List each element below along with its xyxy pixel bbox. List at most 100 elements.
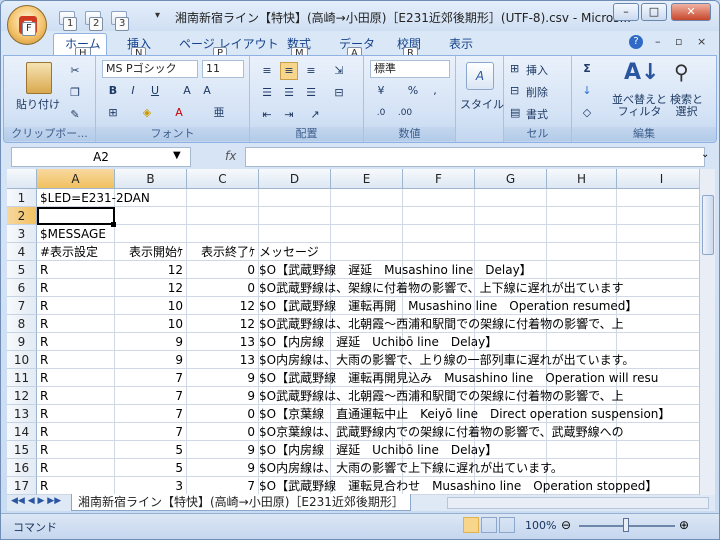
cell-b10[interactable]: 9: [115, 351, 183, 369]
comma-icon[interactable]: ,: [426, 82, 444, 100]
cell-b11[interactable]: 7: [115, 369, 183, 387]
cell-c3[interactable]: [187, 225, 255, 243]
sheet-nav-icon[interactable]: ◀◀ ◀ ▶ ▶▶: [11, 496, 61, 506]
tab-view[interactable]: 表示: [449, 35, 473, 52]
doc-minimize-icon[interactable]: –: [655, 35, 661, 48]
column-header-c[interactable]: C: [187, 169, 259, 189]
cell-c14[interactable]: 0: [187, 423, 255, 441]
cell-a5[interactable]: R: [40, 261, 48, 279]
cell-d13[interactable]: $O【京葉線 直通運転中止 Keiyō line Direct operatio…: [259, 405, 670, 423]
close-button[interactable]: ✕: [671, 3, 711, 21]
select-all-corner[interactable]: [7, 169, 37, 189]
cell-c12[interactable]: 9: [187, 387, 255, 405]
row-header-16[interactable]: 16: [7, 459, 37, 477]
cell-b2[interactable]: [115, 207, 183, 225]
sort-filter-icon[interactable]: A↓: [624, 60, 659, 85]
normal-view-icon[interactable]: [463, 517, 479, 533]
merge-icon[interactable]: ⊟: [330, 84, 348, 102]
worksheet-grid[interactable]: A B C D E F G H I 1 $LED=E231-2DAN 2 3 $MESSAGE 4 #表示設定…: [7, 169, 707, 495]
row-header-13[interactable]: 13: [7, 405, 37, 423]
row-header-5[interactable]: 5: [7, 261, 37, 279]
cell-a14[interactable]: R: [40, 423, 48, 441]
cell-a7[interactable]: R: [40, 297, 48, 315]
horizontal-scrollbar[interactable]: [447, 497, 709, 509]
delete-cells-button[interactable]: 削除: [526, 84, 548, 100]
row-header-9[interactable]: 9: [7, 333, 37, 351]
format-cells-icon[interactable]: ▤: [510, 106, 520, 119]
cell-c5[interactable]: 0: [187, 261, 255, 279]
tab-page-layout[interactable]: ページ レイアウト: [179, 35, 279, 52]
column-header-h[interactable]: H: [547, 169, 617, 189]
grow-font-icon[interactable]: A: [178, 82, 196, 100]
fill-handle[interactable]: [111, 222, 116, 227]
format-cells-button[interactable]: 書式: [526, 106, 548, 122]
row-header-2[interactable]: 2: [7, 207, 37, 225]
doc-restore-icon[interactable]: ▫: [675, 35, 682, 48]
cell-b8[interactable]: 10: [115, 315, 183, 333]
cell-a8[interactable]: R: [40, 315, 48, 333]
paste-button[interactable]: 貼り付け: [16, 96, 60, 112]
formula-input[interactable]: [245, 147, 705, 167]
cell-c7[interactable]: 12: [187, 297, 255, 315]
cut-icon[interactable]: ✂: [66, 62, 84, 80]
cell-a6[interactable]: R: [40, 279, 48, 297]
underline-icon[interactable]: U: [146, 82, 164, 100]
border-icon[interactable]: ⊞: [104, 104, 122, 122]
cell-c16[interactable]: 9: [187, 459, 255, 477]
align-middle-icon[interactable]: ≡: [280, 62, 298, 80]
autosum-icon[interactable]: Σ: [578, 60, 596, 78]
row-header-1[interactable]: 1: [7, 189, 37, 207]
cell-c11[interactable]: 9: [187, 369, 255, 387]
column-header-e[interactable]: E: [331, 169, 403, 189]
align-bottom-icon[interactable]: ≡: [302, 62, 320, 80]
cell-b16[interactable]: 5: [115, 459, 183, 477]
cell-b15[interactable]: 5: [115, 441, 183, 459]
cell-d15[interactable]: $O【内房線 遅延 Uchibō line Delay】: [259, 441, 497, 459]
cell-a15[interactable]: R: [40, 441, 48, 459]
cell-a11[interactable]: R: [40, 369, 48, 387]
cell-d7[interactable]: $O【武蔵野線 運転再開 Musashino line Operation re…: [259, 297, 637, 315]
row-header-17[interactable]: 17: [7, 477, 37, 495]
wrap-text-icon[interactable]: ⇲: [330, 62, 348, 80]
row-header-7[interactable]: 7: [7, 297, 37, 315]
fill-color-icon[interactable]: ◈: [138, 104, 156, 122]
office-button[interactable]: ⊞ F: [7, 5, 47, 45]
cell-d9[interactable]: $O【内房線 遅延 Uchibō line Delay】: [259, 333, 497, 351]
cell-c17[interactable]: 7: [187, 477, 255, 495]
insert-cells-button[interactable]: 挿入: [526, 62, 548, 78]
vscroll-thumb[interactable]: [702, 195, 714, 255]
cell-c13[interactable]: 0: [187, 405, 255, 423]
font-size-box[interactable]: 11: [202, 60, 244, 78]
number-format-box[interactable]: 標準: [370, 60, 450, 78]
cell-d6[interactable]: $O武蔵野線は、架線に付着物の影響で、上下線に遅れが出ています: [259, 279, 624, 297]
find-select-button[interactable]: 検索と 選択: [670, 94, 703, 118]
page-break-view-icon[interactable]: [499, 517, 515, 533]
row-header-15[interactable]: 15: [7, 441, 37, 459]
zoom-slider-thumb[interactable]: [623, 518, 629, 532]
cell-d17[interactable]: $O【武蔵野線 運転見合わせ Musashino line Operation …: [259, 477, 657, 495]
cell-c9[interactable]: 13: [187, 333, 255, 351]
doc-close-icon[interactable]: ×: [697, 35, 706, 48]
restore-button[interactable]: □: [641, 3, 667, 21]
active-cell-selection[interactable]: [37, 207, 115, 225]
italic-icon[interactable]: I: [124, 82, 142, 100]
align-right-icon[interactable]: ☰: [302, 84, 320, 102]
zoom-level[interactable]: 100%: [525, 519, 556, 532]
cell-a16[interactable]: R: [40, 459, 48, 477]
align-center-icon[interactable]: ☰: [280, 84, 298, 102]
cell-c1[interactable]: [187, 189, 255, 207]
clear-icon[interactable]: ◇: [578, 104, 596, 122]
phonetic-icon[interactable]: 亜: [210, 104, 228, 122]
row-header-6[interactable]: 6: [7, 279, 37, 297]
cell-b7[interactable]: 10: [115, 297, 183, 315]
fill-icon[interactable]: ↓: [578, 82, 596, 100]
cell-a12[interactable]: R: [40, 387, 48, 405]
currency-icon[interactable]: ¥: [372, 82, 390, 100]
cell-d16[interactable]: $O内房線は、大雨の影響で上下線に遅れが出ています。: [259, 459, 563, 477]
sort-filter-button[interactable]: 並べ替えと フィルタ: [612, 94, 667, 118]
cell-b4[interactable]: 表示開始ｹ: [115, 243, 183, 261]
cell-d5[interactable]: $O【武蔵野線 遅延 Musashino line Delay】: [259, 261, 532, 279]
style-icon[interactable]: A: [466, 62, 494, 90]
cell-a3[interactable]: $MESSAGE: [40, 225, 106, 243]
insert-function-icon[interactable]: fx: [225, 149, 236, 163]
